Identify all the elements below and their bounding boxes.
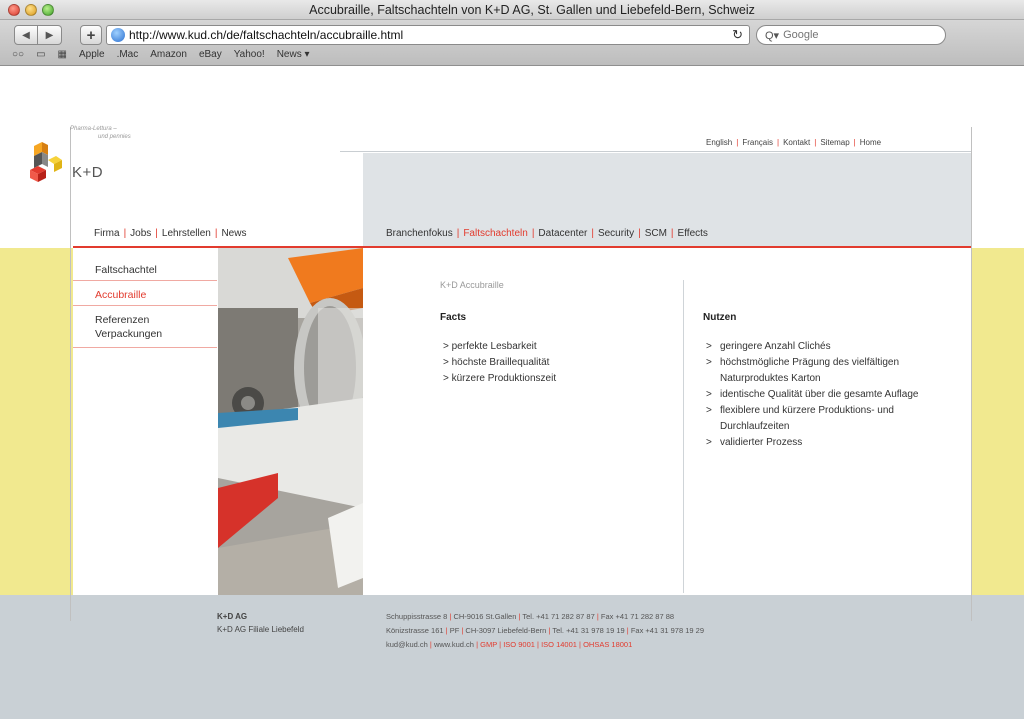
browser-toolbar: ◀ ▶ + http://www.kud.ch/de/faltschachtel… [0,20,1024,66]
nav-datacenter[interactable]: Datacenter [538,228,587,239]
bookmark-yahoo[interactable]: Yahoo! [234,49,265,60]
nutzen-list: > geringere Anzahl Clichés > höchstmöglich… [706,339,936,451]
iso14001-link[interactable]: ISO 14001 [541,640,577,649]
address-line-stgallen: Schuppisstrasse 8 | CH-9016 St.Gallen | … [386,612,675,621]
list-item: > höchste Braillequalität [443,357,550,368]
left-frame-line [70,127,71,621]
history-buttons: ◀ ▶ [14,25,62,45]
sidenav-faltschachtel[interactable]: Faltschachtel [73,248,217,281]
tagline-line-1: Pharma-Lettura – [70,126,117,132]
bookmark-mac[interactable]: .Mac [117,49,139,60]
bookmark-news[interactable]: News ▾ [277,49,310,60]
list-item: > identische Qualität über die gesamte Au… [706,389,919,400]
forward-button[interactable]: ▶ [38,25,62,45]
nav-english[interactable]: English [706,138,732,147]
nav-security[interactable]: Security [598,228,634,239]
nav-scm[interactable]: SCM [645,228,667,239]
back-button[interactable]: ◀ [14,25,38,45]
branch-name: K+D AG Filiale Liebefeld [217,625,304,634]
main-nav: Branchenfokus | Faltschachteln | Datacente… [386,228,708,239]
search-icon: Q▾ [765,29,780,42]
nav-branchenfokus[interactable]: Branchenfokus [386,228,453,239]
book-icon[interactable]: ▭ [36,49,45,60]
brand-name[interactable]: K+D [72,164,103,181]
nav-francais[interactable]: Français [742,138,773,147]
bookmark-amazon[interactable]: Amazon [150,49,187,60]
bookmark-apple[interactable]: Apple [79,49,105,60]
email-link[interactable]: kud@kud.ch [386,640,428,649]
bookmark-ebay[interactable]: eBay [199,49,222,60]
page-title: K+D Accubraille [440,280,504,290]
iso9001-link[interactable]: ISO 9001 [503,640,535,649]
facts-list: > perfekte Lesbarkeit > höchste Brailleq… [443,339,556,387]
list-item: > geringere Anzahl Clichés [706,341,831,352]
nav-lehrstellen[interactable]: Lehrstellen [162,228,211,239]
nav-jobs[interactable]: Jobs [130,228,151,239]
company-name: K+D AG [217,612,248,621]
footer-company: K+D AG K+D AG Filiale Liebefeld [217,610,304,636]
list-item: > perfekte Lesbarkeit [443,341,537,352]
list-item: > validierter Prozess [706,437,803,448]
window-title: Accubraille, Faltschachteln von K+D AG, … [309,2,755,17]
right-frame-line [971,127,972,621]
reading-glasses-icon[interactable]: ○○ [12,49,24,60]
website-link[interactable]: www.kud.ch [434,640,474,649]
company-nav: Firma | Jobs | Lehrstellen | News [94,228,247,239]
close-window-button[interactable] [8,4,20,16]
nav-effects[interactable]: Effects [678,228,708,239]
address-bar[interactable]: http://www.kud.ch/de/faltschachteln/accu… [106,25,750,45]
window-titlebar: Accubraille, Faltschachteln von K+D AG, … [0,0,1024,20]
nutzen-heading: Nutzen [703,312,737,323]
window-controls [8,4,54,16]
nav-faltschachteln[interactable]: Faltschachteln [463,228,527,239]
tagline: Pharma-Lettura – und pennies [70,125,150,141]
machine-photo [218,248,363,595]
facts-heading: Facts [440,312,467,323]
nav-news[interactable]: News [221,228,246,239]
kd-logo-icon[interactable] [28,142,66,186]
zoom-window-button[interactable] [42,4,54,16]
url-text[interactable]: http://www.kud.ch/de/faltschachteln/accu… [129,28,732,42]
gmp-link[interactable]: GMP [480,640,497,649]
list-item: > höchstmögliche Prägung des vielfältigen… [706,357,899,384]
nav-home[interactable]: Home [860,138,881,147]
ohsas-link[interactable]: OHSAS 18001 [583,640,632,649]
contact-line: kud@kud.ch | www.kud.ch | GMP | ISO 9001… [386,640,633,649]
minimize-window-button[interactable] [25,4,37,16]
sidenav-label: Accubraille [95,289,147,301]
list-item: > kürzere Produktionszeit [443,373,557,384]
nav-sitemap[interactable]: Sitemap [820,138,849,147]
utility-nav: English | Français | Kontakt | Sitemap | Hom… [706,138,882,147]
web-page: Pharma-Lettura – und pennies K+D English… [0,67,1024,719]
footer-address: Schuppisstrasse 8 | CH-9016 St.Gallen | … [386,610,704,652]
sidenav-accubraille[interactable]: Accubraille [73,281,217,306]
sidenav-label: Verpackungen [95,328,163,340]
sidenav-label: Faltschachtel [95,264,157,276]
sidenav-referenzen[interactable]: Referenzen Verpackungen [73,306,217,348]
add-bookmark-button[interactable]: + [80,25,102,45]
header-divider [340,151,971,152]
grid-icon[interactable]: ▦ [58,49,67,60]
column-divider [683,280,684,593]
address-line-liebefeld: Könizstrasse 161 | PF | CH-3097 Liebefel… [386,626,704,635]
search-input[interactable] [783,29,934,41]
search-field[interactable]: Q▾ [756,25,946,45]
site-globe-icon [111,28,125,42]
nav-firma[interactable]: Firma [94,228,120,239]
bookmarks-bar: ○○ ▭ ▦ Apple .Mac Amazon eBay Yahoo! New… [12,49,310,60]
reload-icon[interactable]: ↻ [732,27,743,43]
nav-kontakt[interactable]: Kontakt [783,138,810,147]
sidenav-label: Referenzen [95,314,150,326]
side-nav: Faltschachtel Accubraille Referenzen Ver… [73,248,217,348]
tagline-line-2: und pennies [98,134,131,140]
list-item: > flexiblere und kürzere Produktions- und… [706,405,894,432]
